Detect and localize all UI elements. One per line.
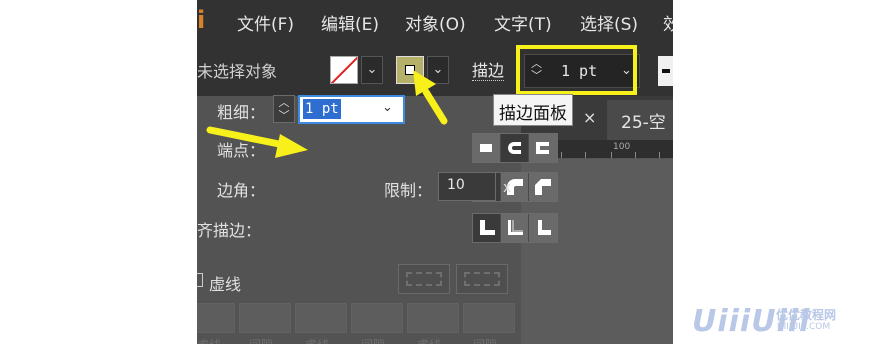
dash-preserve-button[interactable] — [398, 264, 450, 294]
menu-bar: i 文件(F) 编辑(E) 对象(O) 文字(T) 选择(S) 效 — [197, 0, 673, 44]
fill-swatch[interactable] — [330, 56, 358, 84]
dashed-line-label: 虚线 — [209, 275, 242, 294]
butt-cap-button[interactable] — [473, 134, 501, 162]
dash-field-label: 虚线 — [197, 336, 221, 344]
illustrator-window: i 文件(F) 编辑(E) 对象(O) 文字(T) 选择(S) 效 未选择对象 … — [197, 0, 673, 344]
document-tab-title: 25-空 — [621, 113, 666, 133]
limit-unit: x — [503, 180, 512, 196]
dash-field-label: 虚线 — [305, 336, 329, 344]
weight-label: 粗细： — [217, 103, 266, 122]
document-tab[interactable]: 25-空 — [607, 100, 673, 140]
projecting-cap-button[interactable] — [529, 134, 557, 162]
align-inside-icon — [508, 220, 523, 235]
menu-type[interactable]: 文字(T) — [494, 10, 552, 35]
align-center-icon — [480, 220, 495, 235]
menu-object[interactable]: 对象(O) — [405, 10, 466, 35]
ruler-label: 100 — [613, 142, 631, 152]
round-cap-icon — [508, 142, 521, 154]
dash-field-2[interactable] — [295, 303, 347, 333]
minus-icon[interactable] — [658, 56, 673, 86]
gap-field-label: 间隙 — [361, 336, 385, 344]
align-center-button[interactable] — [473, 214, 501, 242]
stroke-swatch[interactable] — [396, 56, 424, 84]
bevel-join-icon — [535, 179, 551, 195]
gap-field-2[interactable] — [351, 303, 403, 333]
gap-field-3[interactable] — [463, 303, 515, 333]
dash-align-icon — [464, 272, 500, 286]
app-logo: i — [197, 6, 206, 34]
highlight-box — [516, 45, 637, 95]
limit-label: 限制： — [384, 181, 433, 200]
weight-input[interactable]: 1 pt ⌄ — [298, 95, 405, 124]
dashed-line-checkbox[interactable] — [197, 273, 203, 287]
close-icon[interactable]: × — [583, 108, 596, 127]
corner-label: 边角： — [217, 181, 266, 200]
stroke-panel-tooltip: 描边面板 — [493, 94, 573, 126]
watermark-url: UIIIUIII.COM — [777, 322, 831, 332]
chevron-down-icon[interactable]: ⌄ — [382, 100, 393, 115]
align-outside-button[interactable] — [529, 214, 557, 242]
gap-field-1[interactable] — [239, 303, 291, 333]
cap-label: 端点： — [217, 141, 266, 160]
gap-field-label: 间隙 — [249, 336, 273, 344]
butt-cap-icon — [480, 144, 492, 152]
projecting-cap-icon — [536, 142, 549, 154]
gap-field-label: 间隙 — [473, 336, 497, 344]
miter-limit-input[interactable]: 10 — [438, 172, 496, 201]
menu-edit[interactable]: 编辑(E) — [321, 10, 379, 35]
cap-buttons — [472, 133, 558, 163]
weight-input-value: 1 pt — [303, 99, 341, 119]
dash-field-1[interactable] — [197, 303, 235, 333]
bevel-join-button[interactable] — [529, 173, 557, 201]
dash-field-3[interactable] — [407, 303, 459, 333]
dash-align-button[interactable] — [456, 264, 508, 294]
selection-status: 未选择对象 — [197, 62, 278, 81]
align-stroke-buttons — [472, 213, 558, 243]
menu-select[interactable]: 选择(S) — [580, 10, 638, 35]
watermark-name: 优优教程网 — [776, 308, 837, 322]
menu-effect[interactable]: 效 — [663, 10, 673, 35]
align-outside-icon — [538, 220, 551, 235]
stroke-color-dropdown[interactable]: ⌄ — [427, 56, 449, 84]
control-bar: 未选择对象 ⌄ ⌄ 描边 ︿ ﹀ 1 pt ⌄ — [197, 44, 673, 96]
round-cap-button[interactable] — [501, 134, 529, 162]
dash-corners-icon — [406, 272, 442, 286]
align-inside-button[interactable] — [501, 214, 529, 242]
weight-stepper-icon[interactable]: ︿ ﹀ — [273, 95, 295, 123]
menu-file[interactable]: 文件(F) — [237, 10, 294, 35]
dash-field-label: 虚线 — [417, 336, 441, 344]
stroke-panel-link[interactable]: 描边 — [472, 62, 505, 81]
no-fill-icon — [331, 57, 357, 83]
fill-dropdown[interactable]: ⌄ — [361, 56, 383, 84]
align-stroke-label: 齐描边： — [197, 221, 262, 240]
stroke-color-icon — [405, 65, 415, 75]
